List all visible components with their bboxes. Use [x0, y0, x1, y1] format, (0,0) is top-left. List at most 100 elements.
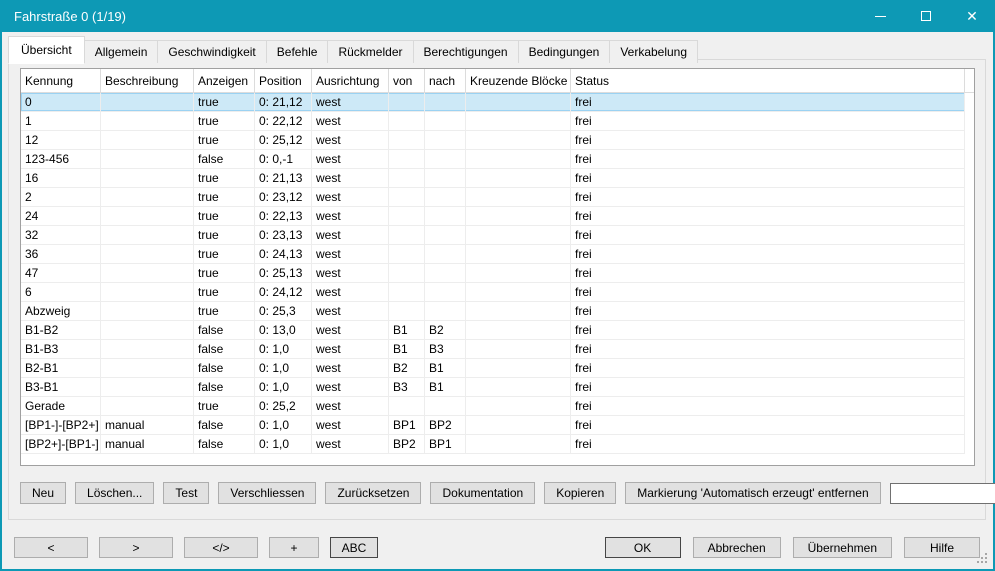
maximize-icon: [921, 11, 931, 21]
table-row[interactable]: [BP2+]-[BP1-] manual false 0: 1,0 west B…: [21, 435, 965, 454]
cell-beschreibung: manual: [101, 435, 194, 453]
cell-status: frei: [571, 169, 965, 187]
tab[interactable]: Berechtigungen: [413, 40, 519, 63]
cell-kennung: 6: [21, 283, 101, 301]
table-row[interactable]: 24 true 0: 22,13 west frei: [21, 207, 965, 226]
cell-status: frei: [571, 131, 965, 149]
cell-position: 0: 25,3: [255, 302, 312, 320]
column-header[interactable]: nach: [425, 69, 466, 92]
cell-ausrichtung: west: [312, 112, 389, 130]
cell-von: [389, 283, 425, 301]
table-row[interactable]: B2-B1 false 0: 1,0 west B2 B1 frei: [21, 359, 965, 378]
column-header[interactable]: Position: [255, 69, 312, 92]
nav-button[interactable]: ABC: [330, 537, 378, 558]
minimize-button[interactable]: [857, 0, 903, 32]
cell-ausrichtung: west: [312, 207, 389, 225]
cell-von: [389, 112, 425, 130]
action-button[interactable]: Test: [163, 482, 209, 504]
cell-ausrichtung: west: [312, 435, 389, 453]
cell-status: frei: [571, 359, 965, 377]
cell-kreuzende-bloecke: [466, 397, 571, 415]
cell-position: 0: 24,12: [255, 283, 312, 301]
cell-anzeigen: false: [194, 416, 255, 434]
tab[interactable]: Geschwindigkeit: [157, 40, 266, 63]
table-row[interactable]: 6 true 0: 24,12 west frei: [21, 283, 965, 302]
table-row[interactable]: B1-B2 false 0: 13,0 west B1 B2 frei: [21, 321, 965, 340]
action-button[interactable]: Löschen...: [75, 482, 154, 504]
nav-button[interactable]: >: [99, 537, 173, 558]
table-row[interactable]: 1 true 0: 22,12 west frei: [21, 112, 965, 131]
table-row[interactable]: Abzweig true 0: 25,3 west frei: [21, 302, 965, 321]
tab[interactable]: Bedingungen: [518, 40, 611, 63]
cell-kennung: 0: [21, 93, 101, 111]
column-header[interactable]: Kreuzende Blöcke: [466, 69, 571, 92]
cell-von: [389, 169, 425, 187]
filter-input[interactable]: [890, 483, 995, 504]
cell-anzeigen: true: [194, 302, 255, 320]
cell-nach: B3: [425, 340, 466, 358]
column-header[interactable]: Ausrichtung: [312, 69, 389, 92]
cell-kennung: B1-B2: [21, 321, 101, 339]
titlebar: Fahrstraße 0 (1/19) ✕: [0, 0, 995, 32]
cell-kennung: B1-B3: [21, 340, 101, 358]
table-row[interactable]: 123-456 false 0: 0,-1 west frei: [21, 150, 965, 169]
table-row[interactable]: 2 true 0: 23,12 west frei: [21, 188, 965, 207]
nav-button[interactable]: <: [14, 537, 88, 558]
column-header[interactable]: Kennung: [21, 69, 101, 92]
table-row[interactable]: [BP1-]-[BP2+] manual false 0: 1,0 west B…: [21, 416, 965, 435]
nav-button[interactable]: </>: [184, 537, 258, 558]
column-header[interactable]: Status: [571, 69, 965, 92]
close-button[interactable]: ✕: [949, 0, 995, 32]
table-row[interactable]: Gerade true 0: 25,2 west frei: [21, 397, 965, 416]
maximize-button[interactable]: [903, 0, 949, 32]
cell-position: 0: 1,0: [255, 378, 312, 396]
action-button[interactable]: Kopieren: [544, 482, 616, 504]
dialog-button[interactable]: Hilfe: [904, 537, 980, 558]
column-header[interactable]: Beschreibung: [101, 69, 194, 92]
tab[interactable]: Allgemein: [84, 40, 159, 63]
table-row[interactable]: 12 true 0: 25,12 west frei: [21, 131, 965, 150]
cell-status: frei: [571, 302, 965, 320]
tab-page-uebersicht: KennungBeschreibungAnzeigenPositionAusri…: [8, 59, 986, 520]
cell-ausrichtung: west: [312, 321, 389, 339]
column-header[interactable]: Anzeigen: [194, 69, 255, 92]
table-row[interactable]: 32 true 0: 23,13 west frei: [21, 226, 965, 245]
action-button[interactable]: Verschliessen: [218, 482, 316, 504]
cell-anzeigen: true: [194, 112, 255, 130]
dialog-button[interactable]: OK: [605, 537, 681, 558]
tab[interactable]: Übersicht: [8, 36, 85, 64]
cell-beschreibung: [101, 283, 194, 301]
action-button[interactable]: Zurücksetzen: [325, 482, 421, 504]
dialog-body: ÜbersichtAllgemeinGeschwindigkeitBefehle…: [2, 32, 993, 569]
tab[interactable]: Befehle: [266, 40, 329, 63]
table-row[interactable]: B1-B3 false 0: 1,0 west B1 B3 frei: [21, 340, 965, 359]
cell-nach: [425, 207, 466, 225]
action-button[interactable]: Markierung 'Automatisch erzeugt' entfern…: [625, 482, 880, 504]
cell-nach: [425, 169, 466, 187]
cell-anzeigen: false: [194, 359, 255, 377]
cell-kennung: B2-B1: [21, 359, 101, 377]
nav-button[interactable]: +: [269, 537, 319, 558]
tab[interactable]: Verkabelung: [609, 40, 698, 63]
cell-position: 0: 22,12: [255, 112, 312, 130]
cell-ausrichtung: west: [312, 359, 389, 377]
resize-grip[interactable]: [985, 561, 987, 563]
table-row[interactable]: 16 true 0: 21,13 west frei: [21, 169, 965, 188]
table-row[interactable]: 0 true 0: 21,12 west frei: [21, 93, 965, 112]
cell-anzeigen: true: [194, 264, 255, 282]
dialog-button[interactable]: Übernehmen: [793, 537, 892, 558]
action-button[interactable]: Dokumentation: [430, 482, 535, 504]
column-header[interactable]: von: [389, 69, 425, 92]
cell-status: frei: [571, 378, 965, 396]
action-button[interactable]: Neu: [20, 482, 66, 504]
cell-ausrichtung: west: [312, 226, 389, 244]
cell-kennung: 24: [21, 207, 101, 225]
cell-von: [389, 397, 425, 415]
table-row[interactable]: 36 true 0: 24,13 west frei: [21, 245, 965, 264]
dialog-button[interactable]: Abbrechen: [693, 537, 781, 558]
cell-position: 0: 1,0: [255, 359, 312, 377]
table-row[interactable]: 47 true 0: 25,13 west frei: [21, 264, 965, 283]
cell-kennung: Abzweig: [21, 302, 101, 320]
table-row[interactable]: B3-B1 false 0: 1,0 west B3 B1 frei: [21, 378, 965, 397]
tab[interactable]: Rückmelder: [327, 40, 413, 63]
